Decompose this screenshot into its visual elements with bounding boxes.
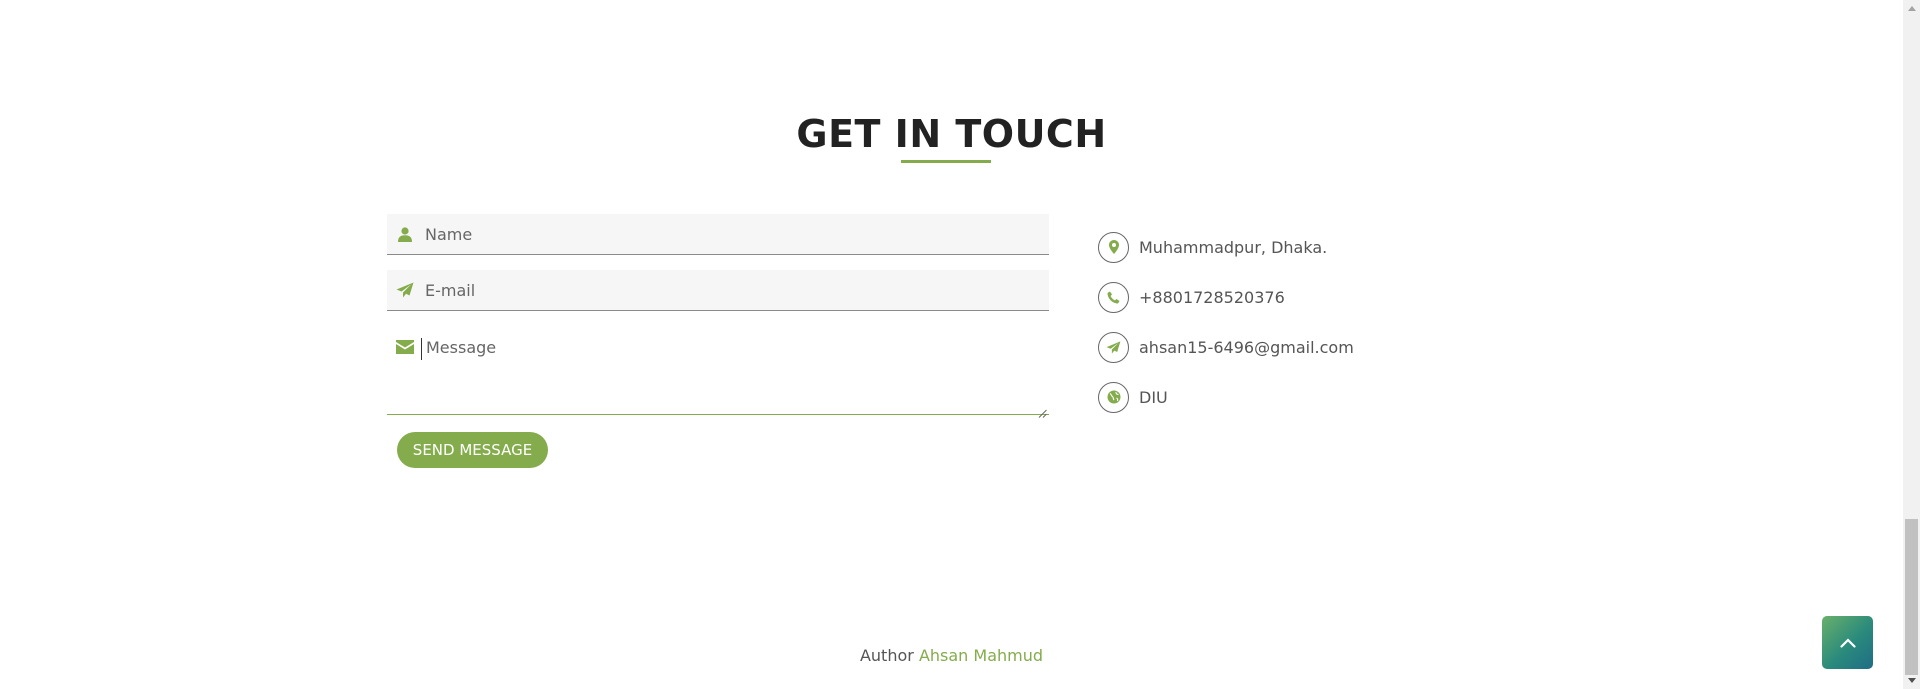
author-link[interactable]: Ahsan Mahmud <box>919 646 1043 665</box>
email-field <box>387 270 1049 311</box>
back-to-top-button[interactable] <box>1822 616 1873 669</box>
phone-icon <box>1098 281 1129 313</box>
globe-icon <box>1098 381 1129 413</box>
send-message-button[interactable]: SEND MESSAGE <box>397 432 548 468</box>
contact-phone: +8801728520376 <box>1098 272 1354 322</box>
email-text: ahsan15-6496@gmail.com <box>1139 337 1354 357</box>
vertical-scrollbar[interactable] <box>1903 0 1920 689</box>
section-title: GET IN TOUCH <box>796 112 1107 156</box>
paper-plane-icon <box>395 281 415 299</box>
resize-grip-icon[interactable] <box>1038 403 1047 418</box>
email-input[interactable] <box>421 270 1049 310</box>
contact-info-list: Muhammadpur, Dhaka. +8801728520376 ahsan… <box>1098 222 1354 422</box>
contact-email: ahsan15-6496@gmail.com <box>1098 322 1354 372</box>
phone-text: +8801728520376 <box>1139 287 1285 307</box>
paper-plane-icon <box>1098 331 1129 363</box>
user-icon <box>395 225 415 243</box>
message-field <box>387 326 1049 418</box>
website-text: DIU <box>1139 387 1168 407</box>
chevron-up-icon <box>1839 633 1856 652</box>
message-input[interactable] <box>421 338 1049 360</box>
scroll-down-arrow-icon[interactable] <box>1907 676 1916 685</box>
envelope-icon <box>395 338 415 356</box>
footer-credit: Author Ahsan Mahmud <box>0 646 1903 665</box>
footer-prefix: Author <box>859 646 914 665</box>
address-text: Muhammadpur, Dhaka. <box>1139 237 1328 257</box>
scrollbar-thumb[interactable] <box>1905 519 1918 675</box>
page: GET IN TOUCH SEND MESSAGE <box>0 0 1903 689</box>
contact-website: DIU <box>1098 372 1354 422</box>
scroll-up-arrow-icon[interactable] <box>1907 4 1916 13</box>
name-input[interactable] <box>421 214 1049 254</box>
contact-address: Muhammadpur, Dhaka. <box>1098 222 1354 272</box>
name-field <box>387 214 1049 255</box>
contact-form <box>387 214 1049 418</box>
map-marker-icon <box>1098 231 1129 263</box>
title-underline <box>901 160 991 163</box>
